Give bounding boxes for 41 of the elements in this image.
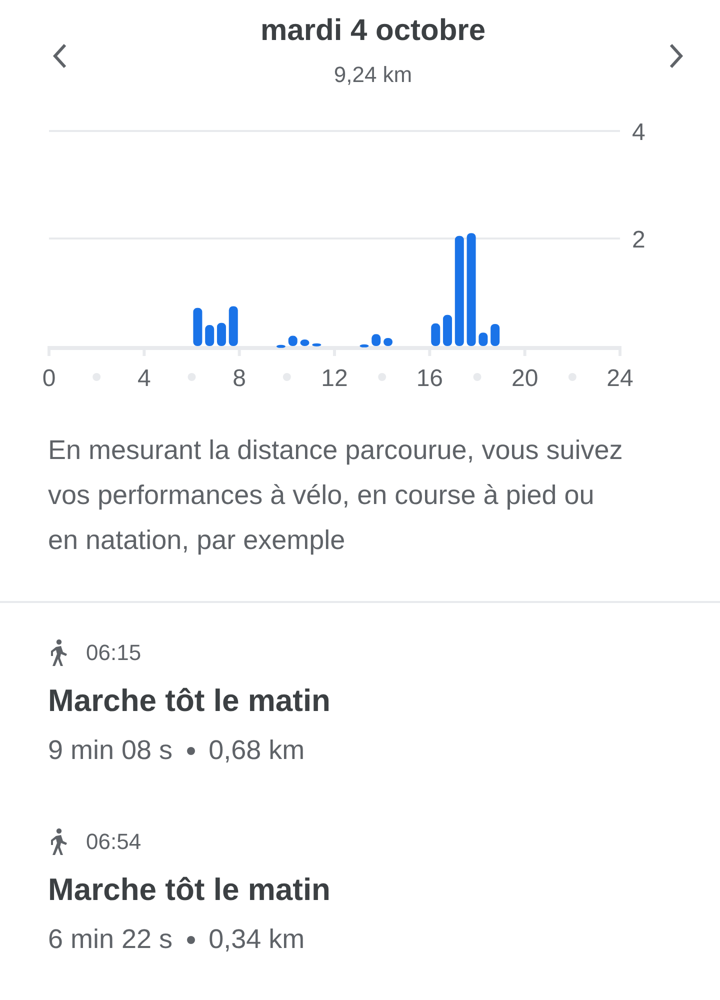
bar xyxy=(288,336,298,346)
bar xyxy=(431,323,440,346)
description-text: En mesurant la distance parcourue, vous suivez vos performances à vélo, en course à pied ou en natation, par exemple xyxy=(47,434,624,557)
activity-duration: 9 min 08 s xyxy=(48,735,173,766)
walking-person-icon xyxy=(48,828,68,856)
x-tick-label: 0 xyxy=(42,365,56,392)
walking-person-icon xyxy=(48,639,68,667)
bar xyxy=(490,324,500,346)
y-tick-label: 4 xyxy=(632,119,646,146)
chevron-right-icon xyxy=(668,43,684,69)
activity-duration: 6 min 22 s xyxy=(48,924,173,955)
x-tick-label: 8 xyxy=(232,365,246,392)
bar xyxy=(372,334,381,346)
x-tick-label: 20 xyxy=(511,365,538,392)
separator-dot xyxy=(186,746,195,754)
activity-title: Marche tôt le matin xyxy=(48,683,332,719)
bar xyxy=(360,344,369,348)
bar xyxy=(312,343,322,346)
total-distance: 9,24 km xyxy=(334,62,412,88)
x-tick-label: 16 xyxy=(416,365,444,392)
activity-time: 06:54 xyxy=(86,829,142,855)
bar xyxy=(205,325,214,346)
bar xyxy=(217,322,226,346)
separator-dot xyxy=(186,936,195,944)
bar xyxy=(478,332,488,346)
bar xyxy=(276,344,286,348)
bar xyxy=(193,308,202,346)
bar xyxy=(228,306,238,346)
chevron-left-icon xyxy=(52,43,68,69)
y-tick-label: 2 xyxy=(632,226,646,254)
activity-time: 06:15 xyxy=(86,640,142,666)
activity-distance: 0,34 km xyxy=(208,924,305,955)
x-tick-label: 4 xyxy=(137,365,151,392)
bar xyxy=(300,340,310,346)
bar xyxy=(443,314,452,346)
activity-distance: 0,68 km xyxy=(208,735,305,766)
bar xyxy=(384,338,393,346)
date-title: mardi 4 octobre xyxy=(260,14,486,48)
x-tick-label: 12 xyxy=(321,365,348,392)
x-tick-label: 24 xyxy=(606,365,634,392)
activity-title: Marche tôt le matin xyxy=(48,872,332,908)
